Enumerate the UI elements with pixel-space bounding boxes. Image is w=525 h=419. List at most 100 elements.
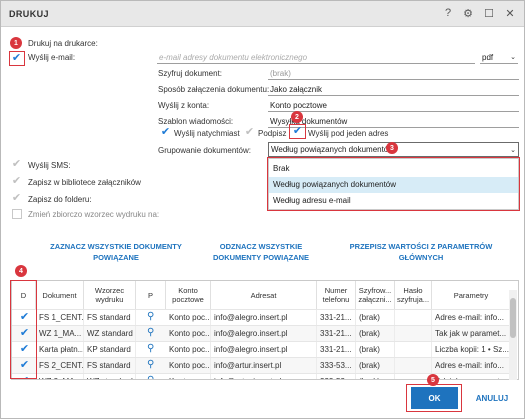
- template-label: Szablon wiadomości:: [158, 117, 234, 126]
- column-header-document[interactable]: Dokument: [36, 281, 84, 309]
- cell-document[interactable]: WZ 2_MA...: [36, 374, 84, 379]
- table-row[interactable]: ✔ FS 1_CENT... FS standard Konto poc... info…: [12, 309, 510, 326]
- ok-button[interactable]: OK: [411, 387, 458, 409]
- cell-mail-account[interactable]: Konto poc...: [166, 342, 211, 358]
- cell-password[interactable]: [395, 342, 432, 358]
- cell-phone[interactable]: 331-21...: [317, 342, 356, 358]
- close-icon[interactable]: ✕: [503, 6, 517, 20]
- table-row[interactable]: ✔ Karta płatn... KP standard Konto poc... in…: [12, 341, 510, 358]
- column-header-p[interactable]: P: [136, 281, 166, 309]
- cell-mail-account[interactable]: Konto poc...: [166, 358, 211, 374]
- scrollbar-thumb[interactable]: [510, 298, 516, 338]
- column-header-encryption[interactable]: Szyfrow... załączni...: [356, 281, 395, 309]
- table-scrollbar[interactable]: [509, 290, 517, 380]
- cell-document[interactable]: FS 1_CENT...: [36, 310, 84, 326]
- send-now-checkbox[interactable]: ✔: [160, 127, 171, 138]
- cell-template[interactable]: WZ standard: [84, 374, 136, 379]
- attach-method-label: Sposób załączenia dokumentu:: [158, 85, 270, 94]
- cell-document[interactable]: FS 2_CENT...: [36, 358, 84, 374]
- table-row[interactable]: ✔ FS 2_CENT... FS standard Konto poc... info…: [12, 357, 510, 374]
- maximize-icon[interactable]: ☐: [482, 6, 496, 20]
- from-account-select[interactable]: Konto pocztowe: [268, 100, 519, 112]
- cell-mail-account[interactable]: Konto poc...: [166, 326, 211, 342]
- cell-mail-account[interactable]: Konto poc...: [166, 374, 211, 379]
- cell-phone[interactable]: 331-21...: [317, 310, 356, 326]
- cell-document[interactable]: WZ 1_MA...: [36, 326, 84, 342]
- attach-method-select[interactable]: Jako załącznik: [268, 84, 519, 96]
- badge-2: 2: [291, 111, 303, 123]
- grouping-option-related[interactable]: Według powiązanych dokumentów: [269, 177, 518, 193]
- cell-parameters[interactable]: Tak jak w paramet...: [432, 326, 510, 342]
- cell-encryption[interactable]: (brak): [356, 358, 395, 374]
- preview-magnifier-icon[interactable]: ⚲: [147, 343, 154, 354]
- single-address-checkbox[interactable]: ✔: [292, 126, 303, 137]
- cell-template[interactable]: FS standard: [84, 358, 136, 374]
- single-address-label: Wyślij pod jeden adres: [308, 129, 389, 138]
- cell-phone[interactable]: 333-53...: [317, 374, 356, 379]
- grouping-option-email[interactable]: Według adresu e-mail: [269, 193, 518, 209]
- cell-recipient[interactable]: info@artur.insert.pl: [211, 358, 317, 374]
- column-header-password[interactable]: Hasło szyfruja...: [395, 281, 432, 309]
- library-checkbox[interactable]: ✔: [11, 176, 22, 187]
- copy-params-link[interactable]: PRZEPISZ WARTOŚCI Z PARAMETRÓW GŁÓWNYCH: [346, 241, 496, 263]
- send-email-checkbox[interactable]: ✔: [11, 53, 22, 64]
- cell-parameters[interactable]: Tak jak w paramet...: [432, 374, 510, 379]
- cell-encryption[interactable]: (brak): [356, 374, 395, 379]
- change-template-label: Zmień zbiorczo wzorzec wydruku na:: [28, 210, 160, 219]
- print-to-printer-label: Drukuj na drukarce:: [28, 39, 98, 48]
- cell-template[interactable]: FS standard: [84, 310, 136, 326]
- format-select[interactable]: pdf ⌄: [480, 52, 518, 64]
- from-account-label: Wyślij z konta:: [158, 101, 210, 110]
- cell-recipient[interactable]: info@alegro.insert.pl: [211, 326, 317, 342]
- help-icon[interactable]: ?: [441, 6, 455, 20]
- cell-template[interactable]: KP standard: [84, 342, 136, 358]
- select-all-related-link[interactable]: ZAZNACZ WSZYSTKIE DOKUMENTY POWIĄZANE: [46, 241, 186, 263]
- email-address-input[interactable]: e-mail adresy dokumentu elektronicznego: [157, 52, 475, 64]
- gear-icon[interactable]: ⚙: [461, 6, 475, 20]
- encrypt-label: Szyfruj dokument:: [158, 69, 223, 78]
- grouping-option-none[interactable]: Brak: [269, 161, 518, 177]
- cell-phone[interactable]: 333-53...: [317, 358, 356, 374]
- badge-3: 3: [386, 142, 398, 154]
- deselect-all-related-link[interactable]: ODZNACZ WSZYSTKIE DOKUMENTY POWIĄZANE: [196, 241, 326, 263]
- folder-checkbox[interactable]: ✔: [11, 193, 22, 204]
- preview-magnifier-icon[interactable]: ⚲: [147, 359, 154, 370]
- cancel-button[interactable]: ANULUJ: [471, 387, 513, 409]
- grouping-dropdown-list: Brak Według powiązanych dokumentów Wedłu…: [268, 158, 519, 210]
- cell-phone[interactable]: 331-21...: [317, 326, 356, 342]
- signature-checkbox[interactable]: ✔: [244, 127, 255, 138]
- cell-password[interactable]: [395, 358, 432, 374]
- column-header-template[interactable]: Wzorzec wydruku: [84, 281, 136, 309]
- cell-recipient[interactable]: info@alegro.insert.pl: [211, 310, 317, 326]
- preview-magnifier-icon[interactable]: ⚲: [147, 375, 154, 379]
- cell-password[interactable]: [395, 310, 432, 326]
- grouping-value: Według powiązanych dokumentów: [271, 145, 395, 154]
- column-header-parameters[interactable]: Parametry: [432, 281, 510, 309]
- grouping-label: Grupowanie dokumentów:: [158, 146, 251, 155]
- attach-method-value: Jako załącznik: [270, 85, 323, 94]
- column-header-mail-account[interactable]: Konto pocztowe: [166, 281, 211, 309]
- cell-encryption[interactable]: (brak): [356, 342, 395, 358]
- preview-magnifier-icon[interactable]: ⚲: [147, 327, 154, 338]
- column-header-phone[interactable]: Numer telefonu: [317, 281, 356, 309]
- preview-magnifier-icon[interactable]: ⚲: [147, 311, 154, 322]
- send-email-label: Wyślij e-mail:: [28, 53, 76, 62]
- cell-template[interactable]: WZ standard: [84, 326, 136, 342]
- cell-mail-account[interactable]: Konto poc...: [166, 310, 211, 326]
- cell-parameters[interactable]: Adres e-mail: info...: [432, 310, 510, 326]
- cell-parameters[interactable]: Adres e-mail: info...: [432, 358, 510, 374]
- cell-password[interactable]: [395, 326, 432, 342]
- column-header-recipient[interactable]: Adresat: [211, 281, 317, 309]
- cell-recipient[interactable]: info@artur.insert.pl: [211, 374, 317, 379]
- cell-recipient[interactable]: info@alegro.insert.pl: [211, 342, 317, 358]
- table-row[interactable]: ✔ WZ 1_MA... WZ standard Konto poc... info@a…: [12, 325, 510, 342]
- library-label: Zapisz w bibliotece załączników: [28, 178, 141, 187]
- change-template-checkbox[interactable]: [12, 209, 22, 219]
- cell-document[interactable]: Karta płatn...: [36, 342, 84, 358]
- print-dialog: DRUKUJ ? ⚙ ☐ ✕ Drukuj na drukarce: 1 ✔ W…: [0, 0, 525, 419]
- cell-encryption[interactable]: (brak): [356, 310, 395, 326]
- cell-parameters[interactable]: Liczba kopii: 1 • Sz...: [432, 342, 510, 358]
- cell-encryption[interactable]: (brak): [356, 326, 395, 342]
- encrypt-select[interactable]: (brak): [268, 68, 519, 80]
- sms-checkbox[interactable]: ✔: [11, 159, 22, 170]
